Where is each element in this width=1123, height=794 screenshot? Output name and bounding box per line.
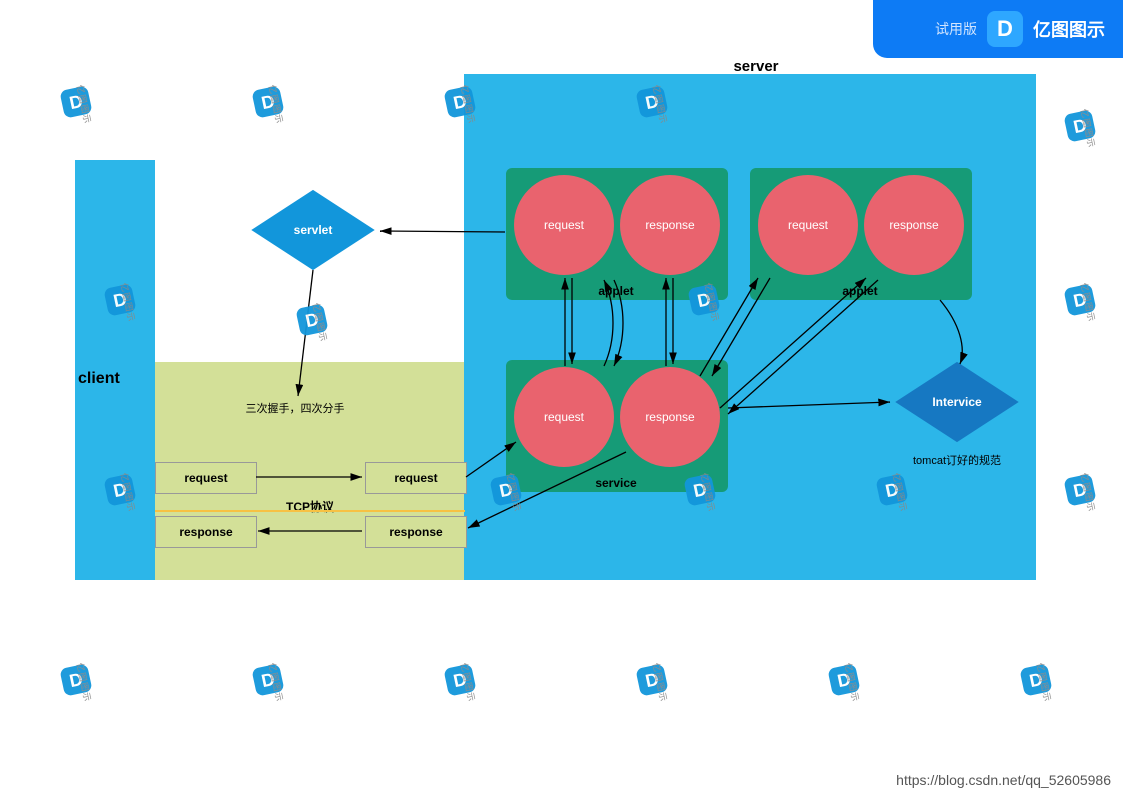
watermark-icon: 亿图图示 — [52, 656, 99, 703]
applet1-request-label: request — [514, 175, 614, 275]
watermark-icon: 亿图图示 — [96, 466, 143, 513]
watermark-icon: 亿图图示 — [436, 78, 483, 125]
watermark-icon: 亿图图示 — [244, 78, 291, 125]
applet2-label: applet — [830, 284, 890, 298]
watermark-icon: 亿图图示 — [1012, 656, 1059, 703]
server-title: server — [716, 58, 796, 75]
service-request-label: request — [514, 367, 614, 467]
service-label: service — [586, 476, 646, 490]
handshake-text: 三次握手，四次分手 — [230, 402, 360, 417]
client-response-left: response — [155, 516, 257, 548]
watermark-icon: 亿图图示 — [288, 296, 335, 343]
client-title: client — [78, 370, 120, 388]
watermark-icon: 亿图图示 — [1056, 466, 1103, 513]
watermark-icon: 亿图图示 — [244, 656, 291, 703]
servlet-label: servlet — [248, 190, 378, 270]
client-request-left: request — [155, 462, 257, 494]
server-request-in-label: request — [394, 471, 437, 485]
intervice-diamond: Intervice — [892, 362, 1022, 442]
diagram-canvas: client 三次握手，四次分手 request request respons… — [0, 0, 1123, 794]
client-request-left-label: request — [184, 471, 227, 485]
watermark-icon: 亿图图示 — [680, 276, 727, 323]
watermark-icon: 亿图图示 — [820, 656, 867, 703]
watermark-icon: 亿图图示 — [676, 466, 723, 513]
server-response-out: response — [365, 516, 467, 548]
watermark-icon: 亿图图示 — [1056, 276, 1103, 323]
intervice-caption: tomcat订好的规范 — [912, 454, 1002, 469]
tcp-divider — [155, 510, 465, 512]
trial-label: 试用版 — [935, 19, 977, 39]
service-response-label: response — [620, 367, 720, 467]
client-response-left-label: response — [179, 525, 232, 539]
server-response-out-label: response — [389, 525, 442, 539]
applet2-response-label: response — [864, 175, 964, 275]
brand-logo-icon — [987, 11, 1023, 47]
watermark-icon: 亿图图示 — [868, 466, 915, 513]
footer-url: https://blog.csdn.net/qq_52605986 — [896, 772, 1111, 788]
servlet-diamond: servlet — [248, 190, 378, 270]
watermark-icon: 亿图图示 — [1056, 102, 1103, 149]
watermark-icon: 亿图图示 — [482, 466, 529, 513]
applet1-label: applet — [586, 284, 646, 298]
brand-name: 亿图图示 — [1033, 16, 1105, 42]
tcp-protocol-label: TCP协议 — [270, 498, 350, 515]
watermark-icon: 亿图图示 — [628, 78, 675, 125]
server-request-in: request — [365, 462, 467, 494]
applet1-response-label: response — [620, 175, 720, 275]
watermark-icon: 亿图图示 — [96, 276, 143, 323]
watermark-icon: 亿图图示 — [436, 656, 483, 703]
watermark-icon: 亿图图示 — [628, 656, 675, 703]
watermark-icon: 亿图图示 — [52, 78, 99, 125]
intervice-label: Intervice — [892, 362, 1022, 442]
server-block — [464, 74, 1036, 580]
applet2-request-label: request — [758, 175, 858, 275]
brand-banner: 试用版 亿图图示 — [873, 0, 1123, 58]
